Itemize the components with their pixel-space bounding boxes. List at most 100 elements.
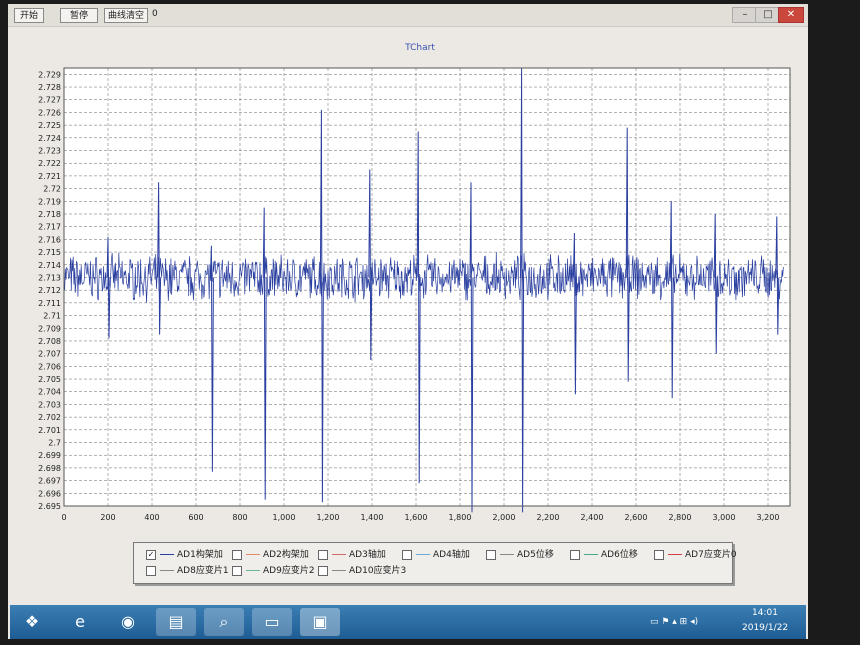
window-icon[interactable]: ▭ xyxy=(252,608,292,636)
legend-swatch xyxy=(332,554,346,555)
x-tick-label: 1,600 xyxy=(405,513,428,522)
y-tick-label: 2.707 xyxy=(38,350,61,359)
legend-label: AD1构架加 xyxy=(177,550,223,560)
y-tick-label: 2.705 xyxy=(38,375,61,384)
legend-item[interactable]: AD10应变片3 xyxy=(318,565,406,577)
legend-checkbox[interactable] xyxy=(318,565,328,576)
legend-label: AD3轴加 xyxy=(349,550,386,560)
y-tick-label: 2.729 xyxy=(38,70,61,79)
app-icon[interactable]: ▣ xyxy=(300,608,340,636)
legend-item[interactable]: AD2构架加 xyxy=(232,549,309,561)
legend-checkbox[interactable] xyxy=(146,565,156,576)
x-tick-label: 2,600 xyxy=(625,513,648,522)
x-tick-label: 800 xyxy=(232,513,247,522)
y-tick-label: 2.697 xyxy=(38,477,61,486)
y-tick-label: 2.723 xyxy=(38,147,61,156)
legend-checkbox[interactable] xyxy=(654,549,664,560)
y-tick-label: 2.724 xyxy=(38,134,61,143)
legend: ✓ AD1构架加 AD2构架加 AD3轴加 AD4轴加 AD5位移 AD6位移 AD7应变片0… xyxy=(133,542,737,584)
y-tick-label: 2.699 xyxy=(38,451,61,460)
legend-item[interactable]: AD9应变片2 xyxy=(232,565,315,577)
legend-label: AD7应变片0 xyxy=(685,550,737,560)
start-button[interactable]: 开始 xyxy=(14,8,44,23)
y-tick-label: 2.717 xyxy=(38,223,61,232)
legend-swatch xyxy=(500,554,514,555)
y-tick-label: 2.698 xyxy=(38,464,61,473)
legend-swatch xyxy=(160,570,174,571)
y-tick-label: 2.702 xyxy=(38,413,61,422)
legend-swatch xyxy=(160,554,174,555)
x-tick-label: 1,800 xyxy=(449,513,472,522)
legend-label: AD5位移 xyxy=(517,550,554,560)
folder-icon[interactable]: ▤ xyxy=(156,608,196,636)
legend-checkbox[interactable] xyxy=(318,549,328,560)
magnifier-icon[interactable]: ⌕ xyxy=(204,608,244,636)
legend-swatch xyxy=(668,554,682,555)
clear-curves-button[interactable]: 曲线清空 xyxy=(104,8,148,23)
close-button[interactable]: ✕ xyxy=(778,7,804,23)
legend-label: AD8应变片1 xyxy=(177,566,229,576)
y-tick-label: 2.727 xyxy=(38,96,61,105)
x-tick-label: 2,400 xyxy=(581,513,604,522)
legend-checkbox[interactable]: ✓ xyxy=(146,549,156,560)
y-tick-label: 2.71 xyxy=(43,312,61,321)
app-window: 开始 暂停 曲线清空 0 – □ ✕ TChart 2.695 2.696 2.69… xyxy=(8,4,808,639)
taskbar: ❖ e ◉ ▤ ⌕ ▭ ▣ ▭ ⚑ ▴ ⊞ ◂) 14:01 2019/1/22 xyxy=(10,605,806,639)
x-tick-label: 2,000 xyxy=(493,513,516,522)
y-tick-label: 2.703 xyxy=(38,400,61,409)
line-chart: TChart 2.695 2.696 2.697 2.698 2.699 2.7 2.701… xyxy=(38,43,791,522)
legend-swatch xyxy=(246,570,260,571)
x-tick-label: 2,200 xyxy=(537,513,560,522)
x-tick-label: 1,200 xyxy=(317,513,340,522)
legend-item[interactable]: AD8应变片1 xyxy=(146,565,229,577)
chart-title: TChart xyxy=(404,43,435,53)
y-tick-label: 2.725 xyxy=(38,121,61,130)
clock-time: 14:01 xyxy=(752,608,778,618)
legend-item[interactable]: AD7应变片0 xyxy=(654,549,737,561)
legend-item[interactable]: AD6位移 xyxy=(570,549,638,561)
y-tick-label: 2.695 xyxy=(38,502,61,511)
x-tick-label: 1,400 xyxy=(361,513,384,522)
y-tick-label: 2.708 xyxy=(38,337,61,346)
legend-label: AD10应变片3 xyxy=(349,566,407,576)
y-tick-label: 2.719 xyxy=(38,197,61,206)
x-tick-label: 2,800 xyxy=(669,513,692,522)
counter-value: 0 xyxy=(152,9,158,19)
legend-swatch xyxy=(416,554,430,555)
y-tick-label: 2.721 xyxy=(38,172,61,181)
legend-item[interactable]: AD4轴加 xyxy=(402,549,470,561)
legend-swatch xyxy=(246,554,260,555)
legend-label: AD4轴加 xyxy=(433,550,470,560)
legend-item[interactable]: AD3轴加 xyxy=(318,549,386,561)
x-tick-label: 400 xyxy=(144,513,159,522)
legend-swatch xyxy=(584,554,598,555)
pause-button[interactable]: 暂停 xyxy=(60,8,98,23)
x-tick-label: 600 xyxy=(188,513,203,522)
chrome-icon[interactable]: ◉ xyxy=(108,608,148,636)
tray-icons[interactable]: ▭ ⚑ ▴ ⊞ ◂) xyxy=(650,617,698,627)
legend-checkbox[interactable] xyxy=(232,565,242,576)
x-tick-label: 3,000 xyxy=(713,513,736,522)
legend-checkbox[interactable] xyxy=(486,549,496,560)
legend-label: AD9应变片2 xyxy=(263,566,315,576)
x-axis: 0 200 400 600 800 1,000 1,200 1,400 1,600 1,800 2,… xyxy=(61,513,779,522)
legend-item[interactable]: ✓ AD1构架加 xyxy=(146,549,223,561)
ie-icon[interactable]: e xyxy=(60,608,100,636)
x-tick-label: 1,000 xyxy=(273,513,296,522)
windows-logo-icon[interactable]: ❖ xyxy=(12,608,52,636)
y-tick-label: 2.714 xyxy=(38,261,61,270)
y-tick-label: 2.722 xyxy=(38,159,61,168)
y-tick-label: 2.716 xyxy=(38,235,61,244)
y-tick-label: 2.704 xyxy=(38,388,61,397)
x-tick-label: 3,200 xyxy=(757,513,780,522)
legend-checkbox[interactable] xyxy=(402,549,412,560)
y-tick-label: 2.711 xyxy=(38,299,61,308)
legend-checkbox[interactable] xyxy=(570,549,580,560)
legend-checkbox[interactable] xyxy=(232,549,242,560)
y-tick-label: 2.706 xyxy=(38,362,61,371)
legend-label: AD6位移 xyxy=(601,550,638,560)
y-tick-label: 2.726 xyxy=(38,108,61,117)
legend-item[interactable]: AD5位移 xyxy=(486,549,554,561)
y-tick-label: 2.701 xyxy=(38,426,61,435)
legend-label: AD2构架加 xyxy=(263,550,309,560)
